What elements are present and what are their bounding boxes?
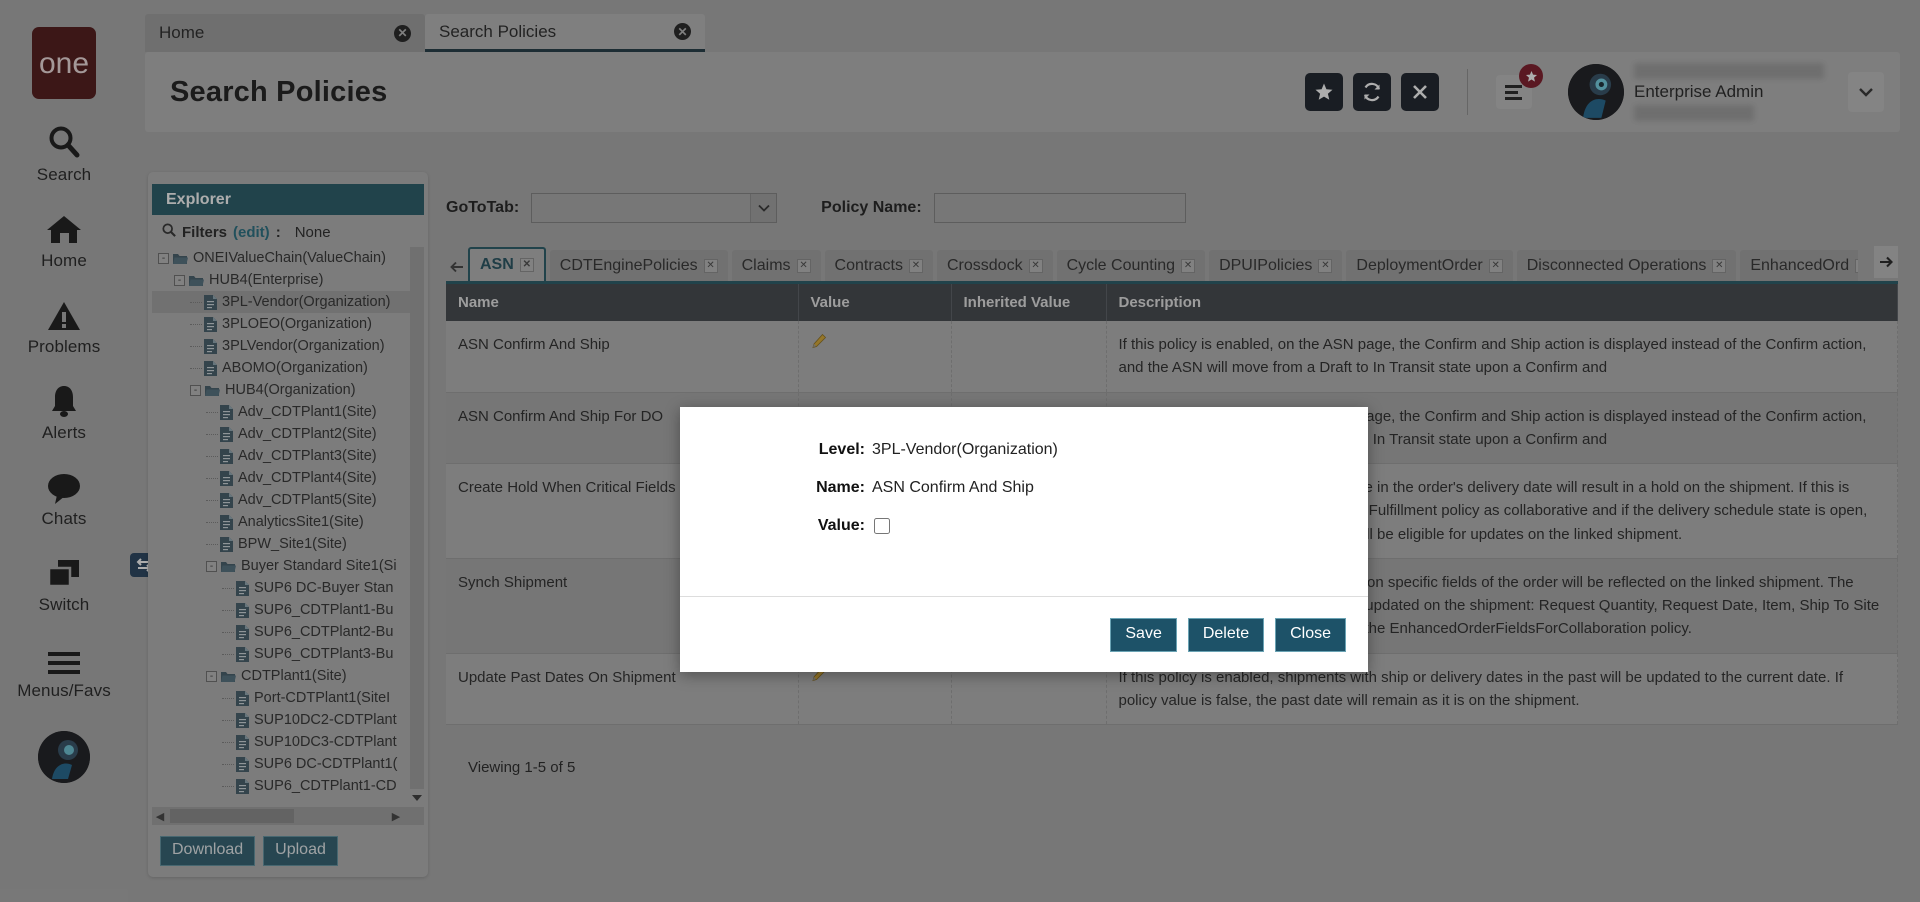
delete-button[interactable]: Delete xyxy=(1188,618,1264,652)
dialog-value-row: Value: xyxy=(680,517,1368,535)
app-root: one Search Home Problems Alerts xyxy=(0,0,1920,902)
dialog-level-row: Level: 3PL-Vendor(Organization) xyxy=(680,441,1368,459)
value-label: Value: xyxy=(680,517,865,535)
name-value: ASN Confirm And Ship xyxy=(872,479,1034,497)
close-button[interactable]: Close xyxy=(1275,618,1346,652)
level-label: Level: xyxy=(680,441,865,459)
level-value: 3PL-Vendor(Organization) xyxy=(872,441,1058,459)
value-checkbox[interactable] xyxy=(874,518,890,534)
dialog-footer: Save Delete Close xyxy=(680,596,1368,672)
policy-edit-dialog: Level: 3PL-Vendor(Organization) Name: AS… xyxy=(680,407,1368,672)
dialog-name-row: Name: ASN Confirm And Ship xyxy=(680,479,1368,497)
name-label: Name: xyxy=(680,479,865,497)
save-button[interactable]: Save xyxy=(1110,618,1176,652)
dialog-body: Level: 3PL-Vendor(Organization) Name: AS… xyxy=(680,407,1368,596)
